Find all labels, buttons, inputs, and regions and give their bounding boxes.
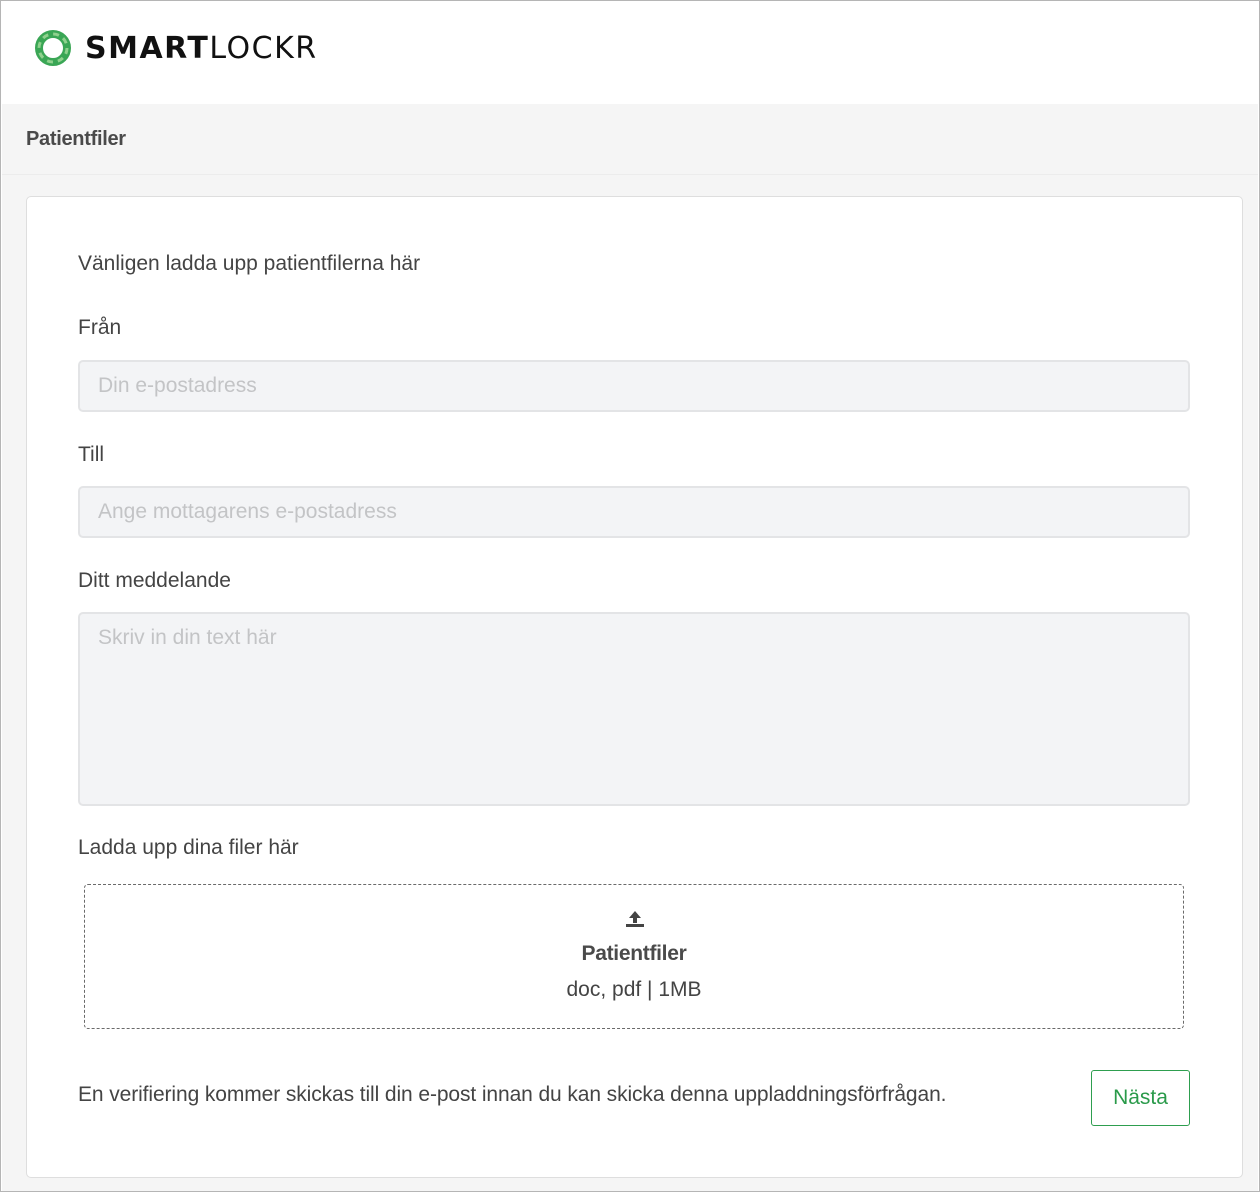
file-dropzone[interactable]: Patientfiler doc, pdf | 1MB xyxy=(84,884,1184,1029)
page-title: Patientfiler xyxy=(26,128,126,150)
brand-name-light: LOCKR xyxy=(209,30,318,66)
form-intro: Vänligen ladda upp patientfilerna här xyxy=(78,252,421,275)
smartlockr-logo-icon xyxy=(35,30,71,66)
to-label: Till xyxy=(78,443,105,466)
brand-name: SMARTLOCKR xyxy=(85,31,318,66)
message-label: Ditt meddelande xyxy=(78,569,231,592)
upload-label: Ladda upp dina filer här xyxy=(78,836,299,859)
brand-name-bold: SMART xyxy=(85,30,210,66)
top-bar: SMARTLOCKR xyxy=(2,2,1258,102)
verification-note: En verifiering kommer skickas till din e… xyxy=(78,1083,947,1106)
to-email-field[interactable] xyxy=(78,486,1190,538)
from-email-field[interactable] xyxy=(78,360,1190,412)
from-label: Från xyxy=(78,316,122,339)
app-window: SMARTLOCKR Patientfiler Vänligen ladda u… xyxy=(0,0,1260,1192)
message-textarea[interactable] xyxy=(78,612,1190,806)
upload-form-card: Vänligen ladda upp patientfilerna här Fr… xyxy=(26,196,1243,1178)
dropzone-title: Patientfiler xyxy=(581,942,687,965)
dropzone-constraints: doc, pdf | 1MB xyxy=(566,978,702,1001)
next-button[interactable]: Nästa xyxy=(1091,1070,1190,1126)
brand-logo: SMARTLOCKR xyxy=(33,29,318,67)
upload-icon xyxy=(626,911,644,927)
page-header: Patientfiler xyxy=(2,104,1258,175)
